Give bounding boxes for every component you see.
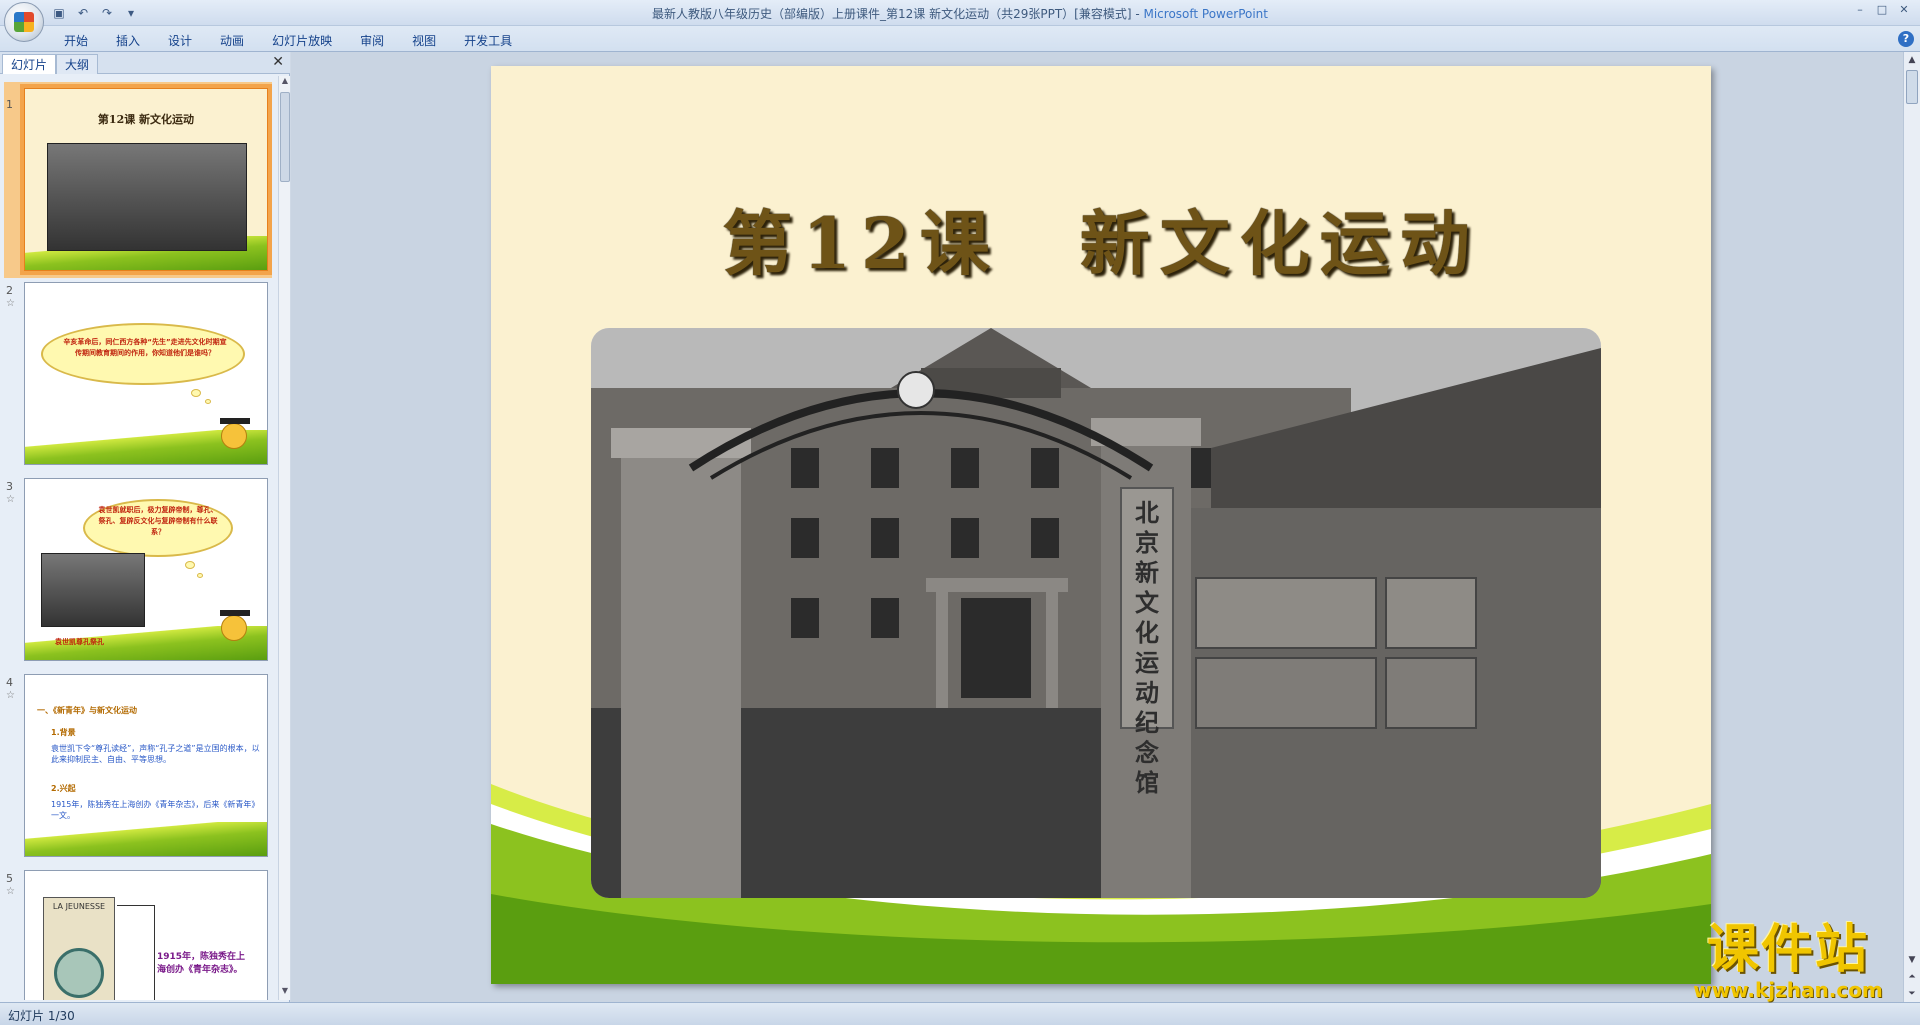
scroll-thumb[interactable] — [1906, 70, 1918, 104]
slide-thumbnail-2[interactable]: 辛亥革命后，同仁西方各种“先生”走进先文化时期宣传期间教育期间的作用，你知道他们… — [24, 282, 268, 465]
building-photo[interactable]: 北京新文化运动纪念馆 — [591, 328, 1601, 898]
office-logo-icon — [14, 12, 34, 32]
window-title: 最新人教版八年级历史（部编版）上册课件_第12课 新文化运动（共29张PPT）[… — [652, 7, 1268, 21]
tab-home[interactable]: 开始 — [50, 30, 102, 51]
animation-star-icon: ☆ — [6, 886, 15, 897]
mascot-icon — [220, 610, 250, 641]
scroll-up-icon[interactable]: ▲ — [279, 76, 291, 90]
thumbnail-heading: 一、《新青年》与新文化运动 — [37, 706, 137, 715]
cover-frame — [117, 905, 155, 1000]
office-button[interactable] — [4, 2, 44, 42]
thumbnail-title: 第12课 新文化运动 — [97, 113, 195, 126]
slide-title[interactable]: 第12课 新文化运动 — [491, 188, 1711, 289]
grass-decoration — [25, 822, 267, 856]
thought-dot — [197, 573, 203, 578]
tab-outline[interactable]: 大纲 — [56, 54, 99, 74]
slides-pane: 幻灯片 大纲 ✕ 1 第12课 新文化运动 2 ☆ 辛亥革命后，同仁西方各种“先… — [0, 52, 290, 1002]
thumbnail-subheading: 1.背景 — [51, 728, 76, 737]
thumbnail-text: 袁世凯下令“尊孔读经”，声称“孔子之道”是立国的根本，以此来抑制民主、自由、平等… — [51, 744, 260, 764]
thumbnail-scrollbar[interactable]: ▲ ▼ — [278, 76, 290, 1000]
thumbnail-text: 袁世凯就职后，极力复辟帝制，尊孔、祭孔、复辟反文化与复辟帝制有什么联系？ — [98, 506, 218, 536]
watermark-logo-text: 课件站 — [1706, 920, 1869, 980]
thumbnail-number: 5 — [6, 872, 13, 885]
animation-star-icon: ☆ — [6, 494, 15, 505]
thought-dot — [205, 399, 211, 404]
watermark-url: www.kjzhan.com — [1693, 978, 1883, 1002]
scroll-down-icon[interactable]: ▼ — [279, 986, 291, 1000]
slide-editing-area: 第12课 新文化运动 北京新文化运动纪念馆 — [291, 52, 1903, 1002]
thumbnail-subheading: 2.兴起 — [51, 784, 76, 793]
scroll-thumb[interactable] — [280, 92, 290, 182]
tab-review[interactable]: 审阅 — [346, 30, 398, 51]
thumbnail-number: 3 — [6, 480, 13, 493]
animation-star-icon: ☆ — [6, 298, 15, 309]
slide-thumbnail-4[interactable]: 一、《新青年》与新文化运动 1.背景 袁世凯下令“尊孔读经”，声称“孔子之道”是… — [24, 674, 268, 857]
tab-developer[interactable]: 开发工具 — [450, 30, 526, 51]
thought-dot — [191, 389, 201, 397]
tab-design[interactable]: 设计 — [154, 30, 206, 51]
thumbnail-number: 4 — [6, 676, 13, 689]
help-icon[interactable]: ? — [1898, 31, 1914, 47]
ribbon: 开始 插入 设计 动画 幻灯片放映 审阅 视图 开发工具 ? — [0, 26, 1920, 52]
pane-close-icon[interactable]: ✕ — [272, 54, 284, 70]
memorial-plaque-text: 北京新文化运动纪念馆 — [1135, 498, 1159, 797]
thumbnail-number: 1 — [6, 98, 13, 111]
app-name: Microsoft PowerPoint — [1143, 7, 1268, 21]
tab-animation[interactable]: 动画 — [206, 30, 258, 51]
mascot-icon — [220, 418, 250, 449]
animation-star-icon: ☆ — [6, 690, 15, 701]
tab-view[interactable]: 视图 — [398, 30, 450, 51]
thumbnail-caption: 袁世凯尊孔祭孔 — [55, 638, 104, 646]
minimize-button[interactable]: – — [1850, 2, 1870, 18]
scroll-up-icon[interactable]: ▲ — [1904, 52, 1920, 68]
tab-slideshow[interactable]: 幻灯片放映 — [258, 30, 346, 51]
thumbnail-photo — [41, 553, 145, 627]
thought-dot — [185, 561, 195, 569]
site-watermark: 课件站 www.kjzhan.com — [1668, 922, 1908, 1004]
thumbnail-text: 1915年，陈独秀在上海创办《青年杂志》，后来《新青年》一文。 — [51, 800, 260, 820]
thumbnail-text: 辛亥革命后，同仁西方各种“先生”走进先文化时期宣传期间教育期间的作用，你知道他们… — [63, 338, 227, 357]
maximize-button[interactable]: □ — [1872, 2, 1892, 18]
slide-indicator: 幻灯片 1/30 — [8, 1009, 75, 1023]
thumbnail-photo — [47, 143, 247, 251]
photo-drawing — [591, 328, 1601, 898]
status-bar: 幻灯片 1/30 — [0, 1002, 1920, 1025]
tab-insert[interactable]: 插入 — [102, 30, 154, 51]
slide-canvas[interactable]: 第12课 新文化运动 北京新文化运动纪念馆 — [491, 66, 1711, 984]
close-button[interactable]: ✕ — [1894, 2, 1914, 18]
cover-emblem — [54, 948, 104, 998]
magazine-cover: LA JEUNESSE — [43, 897, 115, 1000]
tab-slides[interactable]: 幻灯片 — [2, 54, 57, 74]
title-bar: ▣ ↶ ↷ ▾ 最新人教版八年级历史（部编版）上册课件_第12课 新文化运动（共… — [0, 0, 1920, 42]
slide-scrollbar[interactable]: ▲ ▼ ⏶ ⏷ — [1903, 52, 1920, 1002]
thumbnail-number: 2 — [6, 284, 13, 297]
thumbnail-list: 1 第12课 新文化运动 2 ☆ 辛亥革命后，同仁西方各种“先生”走进先文化时期… — [0, 76, 276, 1000]
slide-thumbnail-1[interactable]: 第12课 新文化运动 — [20, 84, 272, 275]
slide-thumbnail-5[interactable]: LA JEUNESSE 1915年，陈独秀在上海创办《青年杂志》。 — [24, 870, 268, 1000]
thumbnail-text: 1915年，陈独秀在上海创办《青年杂志》。 — [157, 952, 246, 975]
slide-thumbnail-3[interactable]: 袁世凯就职后，极力复辟帝制，尊孔、祭孔、复辟反文化与复辟帝制有什么联系？ 袁世凯… — [24, 478, 268, 661]
magazine-cover-title: LA JEUNESSE — [52, 902, 106, 911]
